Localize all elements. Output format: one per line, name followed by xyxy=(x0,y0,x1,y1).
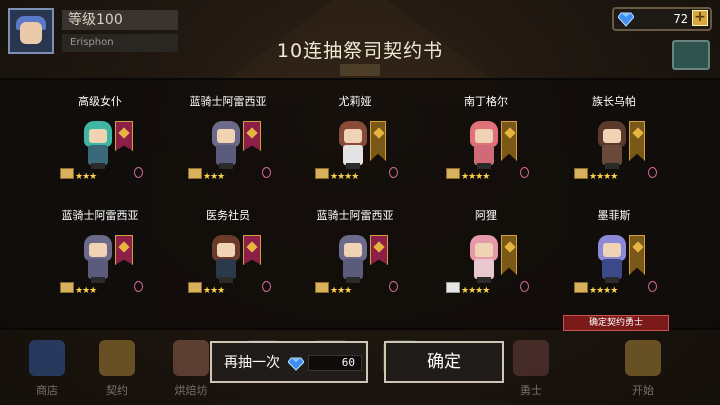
element-icon xyxy=(520,281,529,292)
scroll-icon xyxy=(188,282,202,293)
character-sprite xyxy=(466,233,502,283)
summon-cost-box: 60 xyxy=(308,355,362,371)
character-sprite xyxy=(208,233,244,283)
star-rating: ★★★★ xyxy=(589,286,618,296)
character-card[interactable]: 南丁格尔 ★★★★ xyxy=(421,95,551,205)
gem-counter: 72 + xyxy=(612,7,712,31)
star-rating: ★★★★ xyxy=(461,286,490,296)
nav-item[interactable]: 契约 xyxy=(86,330,148,400)
scroll-icon xyxy=(446,282,460,293)
class-banner-icon xyxy=(243,121,261,151)
class-banner-icon xyxy=(115,235,133,265)
character-card[interactable]: 尤莉娅 ★★★★ xyxy=(290,95,420,205)
character-name: 墨菲斯 xyxy=(597,209,631,222)
star-rating: ★★★ xyxy=(75,286,97,296)
nav-label: 勇士 xyxy=(520,384,542,397)
character-sprite xyxy=(594,233,630,283)
confirm-button[interactable]: 确定 xyxy=(384,341,504,383)
character-name: 蓝骑士阿雷西亚 xyxy=(316,209,394,222)
nav-icon xyxy=(99,340,135,376)
nav-icon xyxy=(173,340,209,376)
character-sprite xyxy=(80,233,116,283)
star-rating: ★★★ xyxy=(203,172,225,182)
summon-cost: 60 xyxy=(341,356,355,369)
character-sprite xyxy=(335,119,371,169)
scroll-icon xyxy=(574,282,588,293)
nav-item[interactable]: 商店 xyxy=(16,330,78,400)
scroll-icon xyxy=(446,168,460,179)
scroll-icon xyxy=(60,168,74,179)
scroll-icon xyxy=(60,282,74,293)
character-name: 南丁格尔 xyxy=(464,95,508,108)
scroll-icon xyxy=(315,168,329,179)
character-name: 蓝骑士阿雷西亚 xyxy=(61,209,139,222)
character-card[interactable]: 族长乌帕 ★★★★ xyxy=(549,95,679,205)
summon-again-button[interactable]: 再抽一次 60 xyxy=(210,341,368,383)
nav-icon xyxy=(29,340,65,376)
nav-label: 开始 xyxy=(632,384,654,397)
character-card[interactable]: 墨菲斯 ★★★★ xyxy=(549,209,679,319)
star-rating: ★★★★ xyxy=(461,172,490,182)
character-card[interactable]: 医务社员 ★★★ xyxy=(163,209,293,319)
character-card[interactable]: 蓝骑士阿雷西亚 ★★★ xyxy=(290,209,420,319)
gem-count: 72 xyxy=(673,12,688,26)
character-name: 蓝骑士阿雷西亚 xyxy=(189,95,267,108)
player-level: 等级100 xyxy=(62,10,178,30)
element-icon xyxy=(134,167,143,178)
character-name: 尤莉娅 xyxy=(338,95,372,108)
character-name: 高级女仆 xyxy=(78,95,122,108)
class-banner-icon xyxy=(501,121,517,161)
character-card[interactable]: 蓝骑士阿雷西亚 ★★★ xyxy=(35,209,165,319)
confirm-contract-tag: 确定契约勇士 xyxy=(563,315,669,331)
element-icon xyxy=(262,281,271,292)
nav-icon xyxy=(625,340,661,376)
summon-again-label: 再抽一次 xyxy=(224,355,280,371)
subtitle-tag xyxy=(340,64,380,76)
nav-label: 烘焙坊 xyxy=(174,384,208,397)
class-banner-icon xyxy=(370,121,386,161)
star-rating: ★★★ xyxy=(75,172,97,182)
class-banner-icon xyxy=(501,235,517,275)
class-banner-icon xyxy=(629,235,645,275)
nav-item[interactable]: 勇士 xyxy=(500,330,562,400)
page-title: 10连抽祭司契约书 xyxy=(276,40,444,62)
character-sprite xyxy=(594,119,630,169)
star-rating: ★★★ xyxy=(330,286,352,296)
add-gems-button[interactable]: + xyxy=(692,10,708,26)
element-icon xyxy=(389,281,398,292)
character-sprite xyxy=(208,119,244,169)
gem-icon xyxy=(288,357,304,371)
character-name: 族长乌帕 xyxy=(592,95,636,108)
scroll-icon xyxy=(188,168,202,179)
element-icon xyxy=(262,167,271,178)
star-rating: ★★★★ xyxy=(589,172,618,182)
star-rating: ★★★ xyxy=(203,286,225,296)
class-banner-icon xyxy=(243,235,261,265)
scroll-icon xyxy=(315,282,329,293)
star-rating: ★★★★ xyxy=(330,172,359,182)
character-name: 阿狸 xyxy=(475,209,497,222)
character-card[interactable]: 阿狸 ★★★★ xyxy=(421,209,551,319)
character-sprite xyxy=(335,233,371,283)
gem-icon xyxy=(618,12,634,27)
class-banner-icon xyxy=(629,121,645,161)
nav-icon xyxy=(513,340,549,376)
scroll-icon xyxy=(574,168,588,179)
element-icon xyxy=(389,167,398,178)
character-card[interactable]: 高级女仆 ★★★ xyxy=(35,95,165,205)
element-icon xyxy=(648,167,657,178)
character-sprite xyxy=(80,119,116,169)
class-banner-icon xyxy=(115,121,133,151)
character-card[interactable]: 蓝骑士阿雷西亚 ★★★ xyxy=(163,95,293,205)
class-banner-icon xyxy=(370,235,388,265)
nav-item[interactable]: 开始 xyxy=(612,330,674,400)
nav-label: 契约 xyxy=(106,384,128,397)
nav-label: 商店 xyxy=(36,384,58,397)
element-icon xyxy=(648,281,657,292)
character-sprite xyxy=(466,119,502,169)
element-icon xyxy=(134,281,143,292)
character-name: 医务社员 xyxy=(206,209,250,222)
element-icon xyxy=(520,167,529,178)
